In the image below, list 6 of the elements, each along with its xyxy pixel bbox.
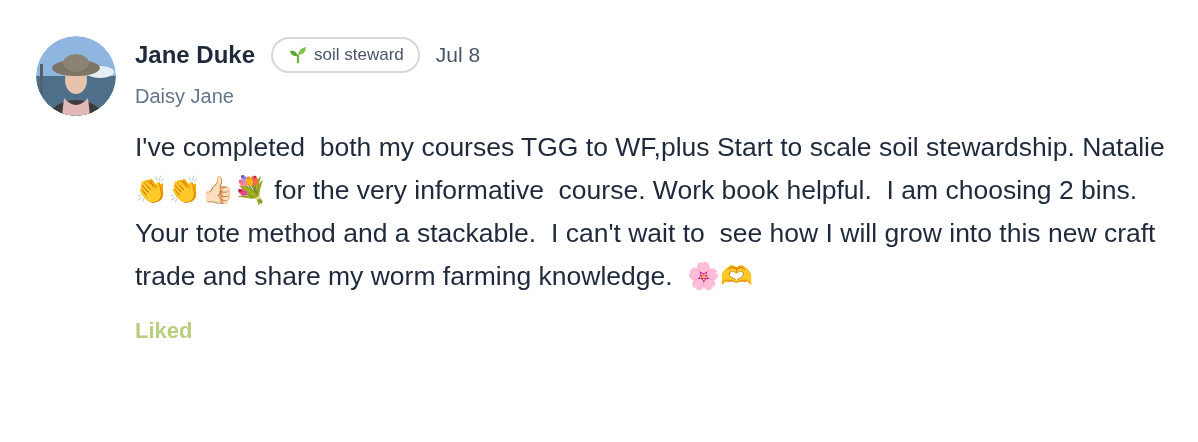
author-name[interactable]: Jane Duke	[135, 41, 256, 69]
sprout-icon	[289, 46, 308, 64]
display-name: Daisy Jane	[135, 85, 235, 108]
post-date: Jul 8	[435, 43, 481, 67]
post-text: I've completed both my courses TGG to WF,plus Start to scale soil stewardship. Natalie 👏👏👍🏻💐 for the very informative course. Work book helpful. I am choosing 2 bins. Your tote method and a stackable. I can't wait to see how I will grow into this new craft trade and share my worm farming knowledge. 🌸🫶	[135, 131, 1165, 293]
badge-label: soil steward	[314, 45, 404, 65]
